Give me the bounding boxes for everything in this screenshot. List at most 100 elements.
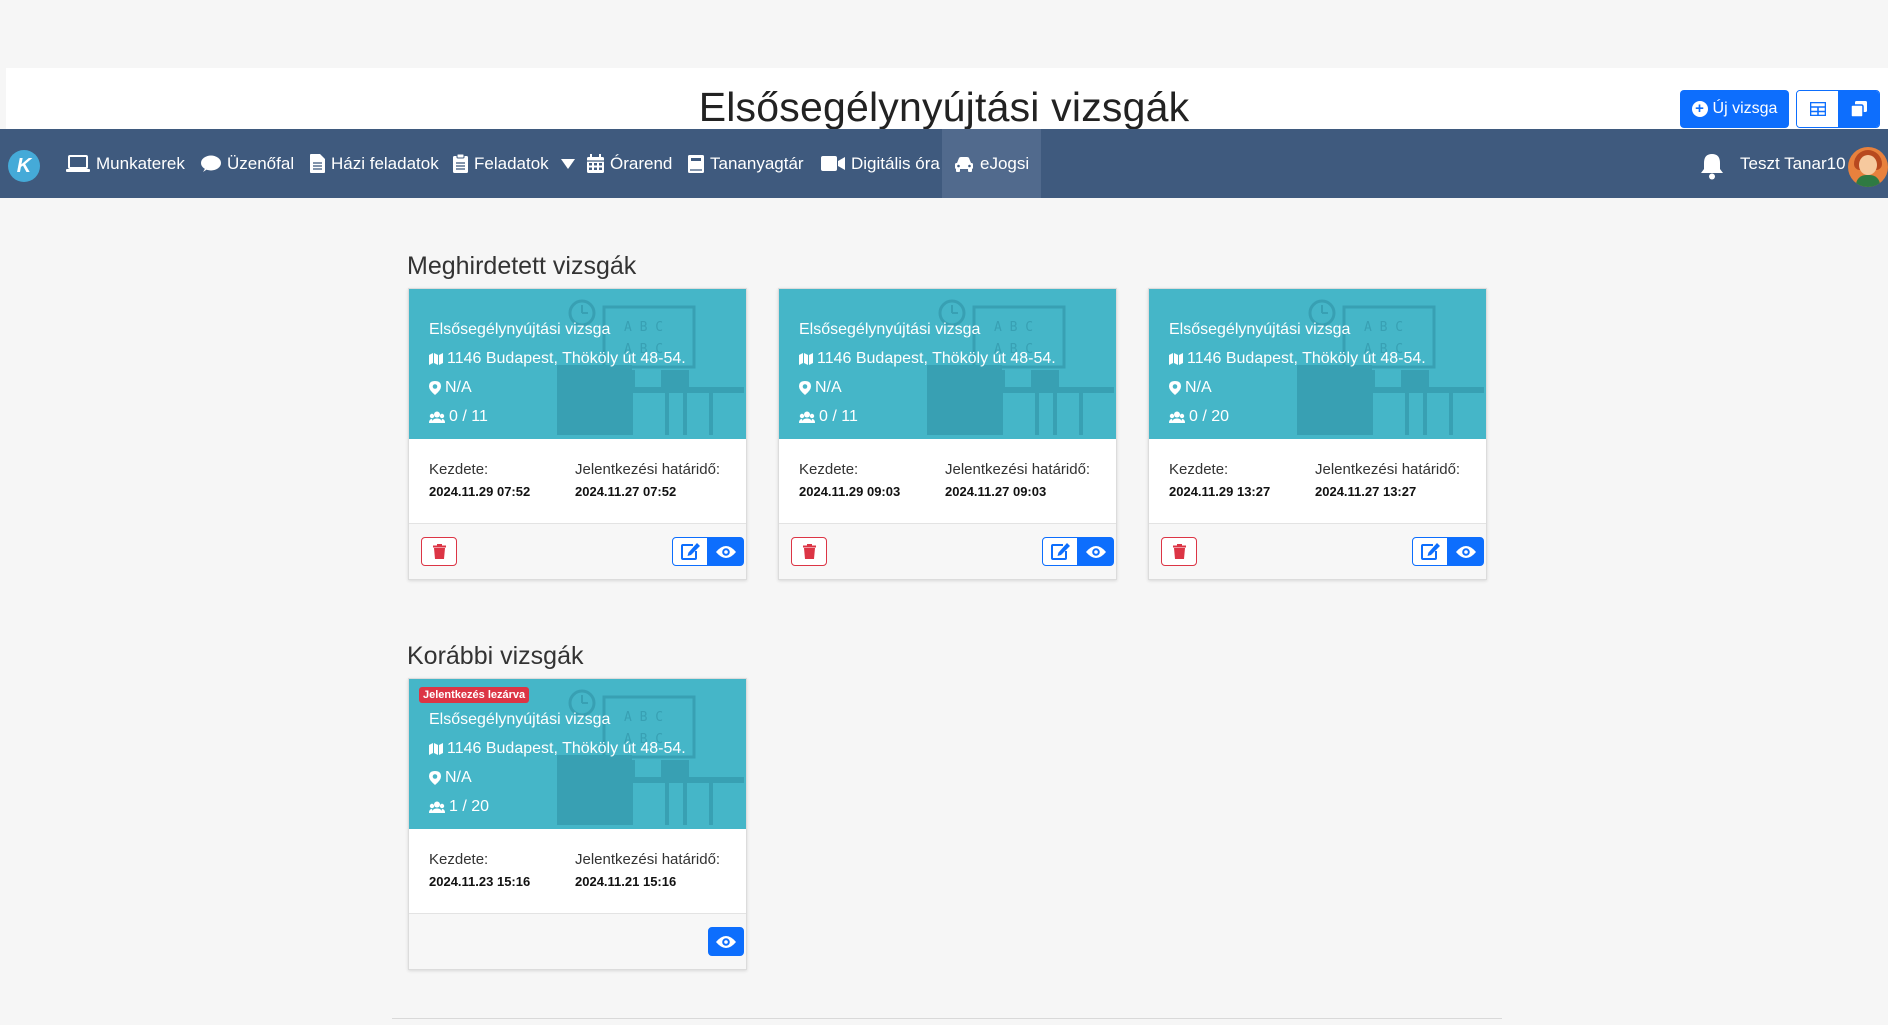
exam-card[interactable]: A B C A B C Elsősegélynyújtási vizsga 114… <box>778 288 1117 580</box>
trash-icon <box>802 544 816 559</box>
deadline-date: Jelentkezési határidő: 2024.11.27 13:27 <box>1315 461 1460 499</box>
address-text: 1146 Budapest, Thököly út 48-54. <box>447 350 686 367</box>
card-dates: Kezdete: 2024.11.29 07:52 Jelentkezési hat… <box>409 439 746 524</box>
delete-button[interactable] <box>421 537 457 566</box>
deadline-date: Jelentkezési határidő: 2024.11.27 07:52 <box>575 461 720 499</box>
exam-address: 1146 Budapest, Thököly út 48-54. <box>429 740 686 758</box>
delete-button[interactable] <box>1161 537 1197 566</box>
view-button[interactable] <box>1448 537 1484 566</box>
exam-card[interactable]: A B C A B C Jelentkezés lezárva Elsősegél… <box>408 678 747 970</box>
exam-participants: 0 / 20 <box>1169 408 1229 426</box>
edit-button[interactable] <box>672 537 708 566</box>
view-button[interactable] <box>708 927 744 956</box>
page-title: Elsősegélynyújtási vizsgák <box>698 84 1190 130</box>
app-logo[interactable]: K <box>8 150 40 182</box>
deadline-date: Jelentkezési határidő: 2024.11.21 15:16 <box>575 851 720 889</box>
svg-text:A B C: A B C <box>994 320 1033 335</box>
edit-icon <box>680 543 700 560</box>
svg-text:A B C: A B C <box>624 710 663 725</box>
user-name[interactable]: Teszt Tanar10 <box>1740 129 1846 198</box>
nav-label: Üzenőfal <box>227 153 295 173</box>
address-text: 1146 Budapest, Thököly út 48-54. <box>1187 350 1426 367</box>
nav-item-tananyagtar[interactable]: Tananyagtár <box>688 129 804 198</box>
deadline-value: 2024.11.27 09:03 <box>945 484 1047 499</box>
nav-item-ejogsi[interactable]: eJogsi <box>942 129 1042 198</box>
card-view-button[interactable] <box>1838 91 1879 127</box>
start-date: Kezdete: 2024.11.29 13:27 <box>1169 461 1270 499</box>
view-button[interactable] <box>1078 537 1114 566</box>
start-date: Kezdete: 2024.11.23 15:16 <box>429 851 530 889</box>
exam-name: Elsősegélynyújtási vizsga <box>1169 321 1351 338</box>
nav-item-uzenofal[interactable]: Üzenőfal <box>201 129 294 198</box>
nav-label: Órarend <box>610 153 673 173</box>
car-icon <box>955 156 973 172</box>
start-value: 2024.11.29 09:03 <box>799 484 901 499</box>
start-date: Kezdete: 2024.11.29 09:03 <box>799 461 900 499</box>
laptop-icon <box>66 154 90 172</box>
exam-address: 1146 Budapest, Thököly út 48-54. <box>799 350 1056 368</box>
card-header: A B C A B C Elsősegélynyújtási vizsga 114… <box>1149 289 1486 439</box>
trash-icon <box>432 544 446 559</box>
status-badge: Jelentkezés lezárva <box>419 687 530 703</box>
comment-icon <box>201 155 221 172</box>
nav-item-digitalis-ora[interactable]: Digitális óra <box>821 129 940 198</box>
exam-address: 1146 Budapest, Thököly út 48-54. <box>429 350 686 368</box>
edit-button[interactable] <box>1412 537 1448 566</box>
users-icon <box>429 411 445 423</box>
calendar-icon <box>587 154 604 173</box>
nav-label: Digitális óra <box>851 153 940 173</box>
deadline-label: Jelentkezési határidő: <box>1315 461 1461 478</box>
start-label: Kezdete: <box>1169 461 1229 478</box>
nav-item-feladatok[interactable]: Feladatok <box>453 129 575 198</box>
clone-icon <box>1850 101 1867 117</box>
trash-icon <box>1172 544 1186 559</box>
nav-item-orarend[interactable]: Órarend <box>587 129 672 198</box>
plus-circle-icon: + <box>1691 101 1708 117</box>
avatar[interactable] <box>1848 147 1888 187</box>
exam-card[interactable]: A B C A B C Elsősegélynyújtási vizsga 114… <box>1148 288 1487 580</box>
caret-down-icon <box>560 158 575 169</box>
map-pin-icon <box>799 381 811 395</box>
exam-room: N/A <box>429 379 472 397</box>
view-button[interactable] <box>708 537 744 566</box>
exam-address: 1146 Budapest, Thököly út 48-54. <box>1169 350 1426 368</box>
nav-item-munkaterek[interactable]: Munkaterek <box>66 129 185 198</box>
room-text: N/A <box>445 769 472 786</box>
eye-icon <box>716 545 736 558</box>
deadline-date: Jelentkezési határidő: 2024.11.27 09:03 <box>945 461 1090 499</box>
table-view-button[interactable] <box>1797 91 1838 127</box>
svg-text:A B C: A B C <box>624 320 663 335</box>
participants-text: 0 / 11 <box>449 408 488 425</box>
clipboard-icon <box>453 154 468 173</box>
exam-name: Elsősegélynyújtási vizsga <box>799 321 981 338</box>
table-icon <box>1809 102 1826 116</box>
edit-icon <box>1420 543 1440 560</box>
nav-item-hazi-feladatok[interactable]: Házi feladatok <box>310 129 439 198</box>
exam-card[interactable]: A B C A B C Elsősegélynyújtási vizsga 114… <box>408 288 747 580</box>
card-dates: Kezdete: 2024.11.23 15:16 Jelentkezési hat… <box>409 829 746 914</box>
card-header: A B C A B C Jelentkezés lezárva Elsősegél… <box>409 679 746 829</box>
map-pin-icon <box>429 771 441 785</box>
map-icon <box>429 743 443 755</box>
new-exam-button[interactable]: + Új vizsga <box>1680 90 1789 128</box>
card-footer <box>779 524 1116 579</box>
exam-name: Elsősegélynyújtási vizsga <box>429 711 611 728</box>
card-footer <box>409 914 746 969</box>
card-footer <box>1149 524 1486 579</box>
exam-participants: 0 / 11 <box>799 408 858 426</box>
card-dates: Kezdete: 2024.11.29 13:27 Jelentkezési hat… <box>1149 439 1486 524</box>
start-value: 2024.11.29 13:27 <box>1169 484 1271 499</box>
bell-icon <box>1701 154 1723 180</box>
card-header: A B C A B C Elsősegélynyújtási vizsga 114… <box>409 289 746 439</box>
start-value: 2024.11.29 07:52 <box>429 484 531 499</box>
map-pin-icon <box>1169 381 1181 395</box>
card-actions <box>1042 537 1114 566</box>
room-text: N/A <box>1185 379 1212 396</box>
exam-name: Elsősegélynyújtási vizsga <box>429 321 611 338</box>
edit-button[interactable] <box>1042 537 1078 566</box>
notification-bell[interactable] <box>1699 152 1725 185</box>
delete-button[interactable] <box>791 537 827 566</box>
previous-section-title: Korábbi vizsgák <box>407 642 584 670</box>
eye-icon <box>716 935 736 948</box>
address-text: 1146 Budapest, Thököly út 48-54. <box>817 350 1056 367</box>
